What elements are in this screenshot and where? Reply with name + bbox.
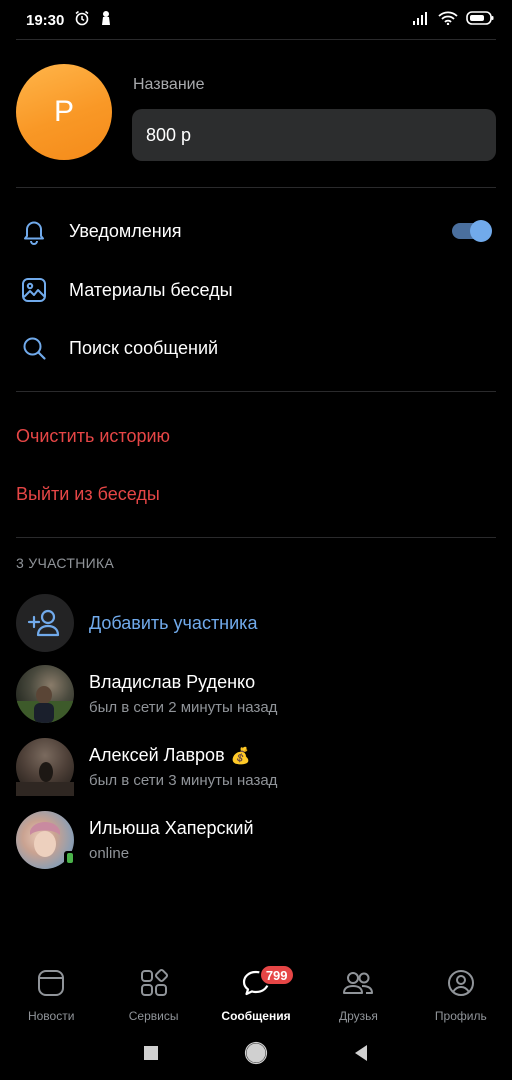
member-avatar	[16, 738, 74, 796]
tab-label: Профиль	[434, 1009, 487, 1023]
status-time: 19:30	[26, 11, 65, 29]
top-divider	[16, 39, 496, 40]
system-nav-bar	[0, 1026, 512, 1080]
member-status: был в сети 3 минуты назад	[89, 772, 278, 789]
wifi-icon	[438, 11, 458, 29]
member-avatar	[16, 811, 76, 869]
newspaper-icon	[36, 968, 66, 1003]
bell-icon	[17, 214, 51, 248]
profile-icon	[446, 968, 476, 1003]
add-member-label: Добавить участника	[89, 612, 258, 633]
back-button[interactable]	[309, 1044, 414, 1062]
tab-label: Сообщения	[221, 1009, 291, 1023]
member-name: Ильюша Хаперский	[89, 818, 254, 838]
chat-header: Р Название	[16, 64, 496, 164]
triangle-icon	[355, 1045, 367, 1061]
member-avatar	[16, 665, 74, 723]
tab-label: Новости	[27, 1009, 75, 1023]
member-status: online	[89, 845, 130, 862]
status-bar: 19:30	[0, 0, 512, 40]
money-bag-icon: 💰	[230, 747, 251, 765]
member-name: Владислав Руденко	[89, 672, 256, 692]
tab-messages[interactable]: 799 Сообщения	[205, 960, 307, 1026]
search-icon	[17, 331, 51, 365]
recents-button[interactable]	[99, 1045, 204, 1061]
search-row[interactable]: Поиск сообщений	[0, 319, 512, 377]
tab-services[interactable]: Сервисы	[102, 960, 204, 1026]
online-mobile-icon	[64, 851, 76, 865]
tab-news[interactable]: Новости	[0, 960, 102, 1026]
clear-history-button[interactable]: Очистить историю	[16, 426, 170, 447]
services-icon	[139, 968, 169, 1003]
leave-chat-button[interactable]: Выйти из беседы	[16, 484, 160, 505]
header-divider	[16, 187, 496, 188]
tab-label: Друзья	[338, 1009, 378, 1023]
member-row[interactable]: Ильюша Хаперский online	[16, 810, 496, 870]
member-name: Алексей Лавров	[89, 745, 225, 765]
friends-icon	[342, 968, 374, 1003]
member-row[interactable]: Алексей Лавров 💰 был в сети 3 минуты наза…	[16, 737, 496, 797]
name-label: Название	[133, 76, 205, 93]
tab-bar: Новости Сервисы 799 Сообщения Друзья Про…	[0, 960, 512, 1026]
notifications-toggle[interactable]	[452, 220, 492, 242]
menu-divider	[16, 391, 496, 392]
lock-icon	[100, 10, 112, 30]
tab-label: Сервисы	[128, 1009, 179, 1023]
search-label: Поиск сообщений	[69, 337, 219, 358]
member-row[interactable]: Владислав Руденко был в сети 2 минуты на…	[16, 664, 496, 724]
add-member-button[interactable]: Добавить участника	[16, 594, 496, 652]
chat-avatar[interactable]: Р	[16, 64, 112, 160]
members-section-title: 3 УЧАСТНИКА	[16, 555, 115, 571]
home-button[interactable]	[204, 1041, 309, 1065]
unread-badge: 799	[258, 964, 295, 986]
battery-icon	[466, 11, 494, 29]
picture-icon	[17, 273, 51, 307]
member-status: был в сети 2 минуты назад	[89, 699, 278, 716]
circle-icon	[244, 1041, 268, 1065]
alarm-icon	[74, 10, 90, 30]
notifications-label: Уведомления	[69, 220, 182, 241]
actions-divider	[16, 537, 496, 538]
materials-label: Материалы беседы	[69, 279, 233, 300]
chat-name-input[interactable]	[132, 109, 496, 161]
tab-friends[interactable]: Друзья	[307, 960, 409, 1026]
avatar-letter: Р	[53, 95, 74, 128]
notifications-row[interactable]: Уведомления	[0, 202, 512, 260]
square-icon	[144, 1046, 158, 1060]
tab-profile[interactable]: Профиль	[410, 960, 512, 1026]
materials-row[interactable]: Материалы беседы	[0, 261, 512, 319]
signal-icon	[412, 11, 430, 29]
add-user-icon	[16, 594, 74, 652]
